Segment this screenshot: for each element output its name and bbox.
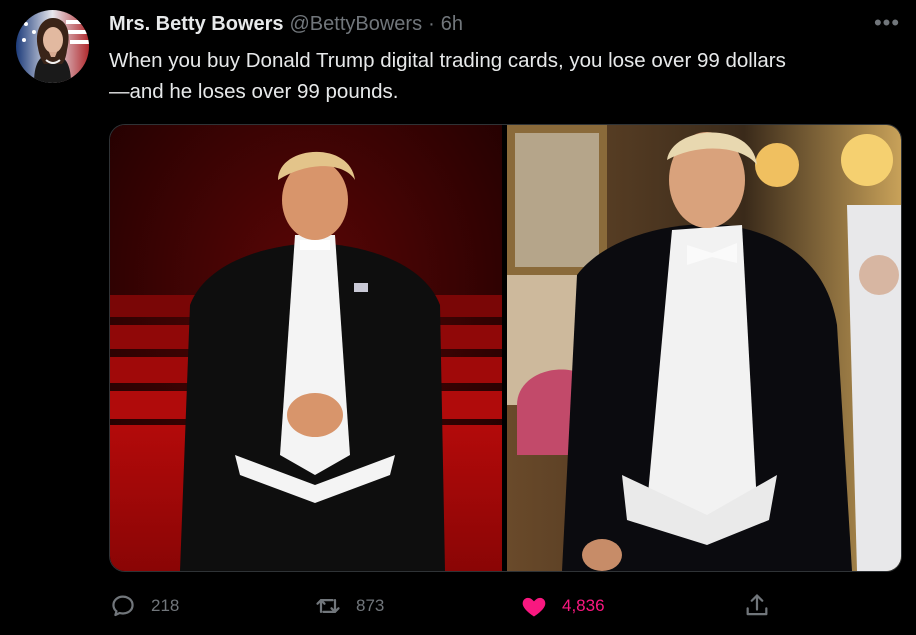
reply-count: 218 — [151, 596, 180, 615]
avatar-image — [16, 10, 89, 83]
tweet-text: When you buy Donald Trump digital tradin… — [109, 45, 899, 107]
more-options-button[interactable]: ••• — [872, 10, 902, 36]
like-count: 4,836 — [562, 596, 605, 615]
digital-figure-image — [110, 125, 502, 571]
author-name[interactable]: Mrs. Betty Bowers — [109, 13, 284, 36]
media-image-right[interactable] — [507, 125, 901, 571]
event-photo-image — [507, 125, 901, 571]
media-image-left[interactable] — [110, 125, 504, 571]
author-handle[interactable]: @BettyBowers — [290, 13, 423, 36]
tweet-text-line: —and he loses over 99 pounds. — [109, 80, 399, 103]
tweet-timestamp[interactable]: 6h — [441, 13, 463, 36]
like-button[interactable]: 4,836 — [520, 588, 605, 624]
tweet-header: Mrs. Betty Bowers @BettyBowers · 6h — [109, 11, 463, 37]
more-icon: ••• — [873, 10, 901, 35]
share-button[interactable] — [743, 588, 771, 624]
retweet-icon — [314, 592, 342, 620]
avatar[interactable] — [16, 10, 89, 83]
reply-icon — [109, 592, 137, 620]
retweet-count: 873 — [356, 596, 385, 615]
separator-dot: · — [428, 12, 435, 35]
heart-icon — [520, 592, 548, 620]
retweet-button[interactable]: 873 — [314, 588, 384, 624]
tweet-media — [109, 124, 902, 572]
reply-button[interactable]: 218 — [109, 588, 179, 624]
tweet-actions: 218 873 4,836 — [109, 588, 899, 624]
share-icon — [743, 592, 771, 620]
tweet-text-line: When you buy Donald Trump digital tradin… — [109, 49, 786, 72]
